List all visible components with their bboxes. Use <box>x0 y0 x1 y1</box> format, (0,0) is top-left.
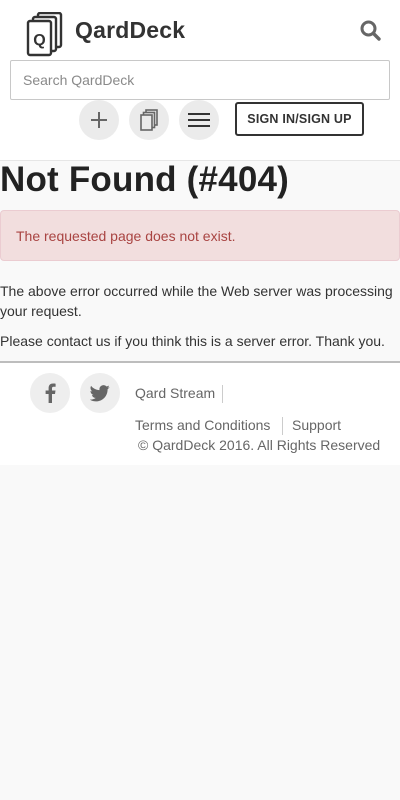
add-button[interactable] <box>79 100 119 140</box>
plus-icon <box>91 112 107 128</box>
twitter-button[interactable] <box>80 373 120 413</box>
cards-icon <box>140 109 158 131</box>
twitter-icon <box>90 384 110 401</box>
contact-message: Please contact us if you think this is a… <box>0 333 385 349</box>
brand-name[interactable]: QardDeck <box>75 17 185 44</box>
sign-in-button[interactable]: SIGN IN/SIGN UP <box>235 102 364 136</box>
site-header: Q QardDeck SIGN IN/SIGN UP <box>0 0 400 161</box>
logo-letter: Q <box>33 32 45 49</box>
search-icon[interactable] <box>358 18 384 44</box>
qarddeck-logo-icon[interactable]: Q <box>26 12 64 58</box>
support-link[interactable]: Support <box>292 417 341 433</box>
qard-stream-link[interactable]: Qard Stream <box>135 385 215 401</box>
footer-divider <box>282 417 283 435</box>
error-alert: The requested page does not exist. <box>0 210 400 261</box>
facebook-icon <box>45 383 56 403</box>
site-footer: Qard Stream Terms and Conditions Support… <box>0 361 400 465</box>
copyright-text: © QardDeck 2016. All Rights Reserved <box>138 437 381 453</box>
facebook-button[interactable] <box>30 373 70 413</box>
hamburger-icon <box>188 113 210 127</box>
my-cards-button[interactable] <box>129 100 169 140</box>
alert-text: The requested page does not exist. <box>16 227 236 244</box>
error-description: The above error occurred while the Web s… <box>0 283 393 319</box>
menu-button[interactable] <box>179 100 219 140</box>
search-input[interactable] <box>10 60 390 100</box>
page-title: Not Found (#404) <box>0 160 290 199</box>
terms-link[interactable]: Terms and Conditions <box>135 417 270 433</box>
footer-divider <box>222 385 223 403</box>
